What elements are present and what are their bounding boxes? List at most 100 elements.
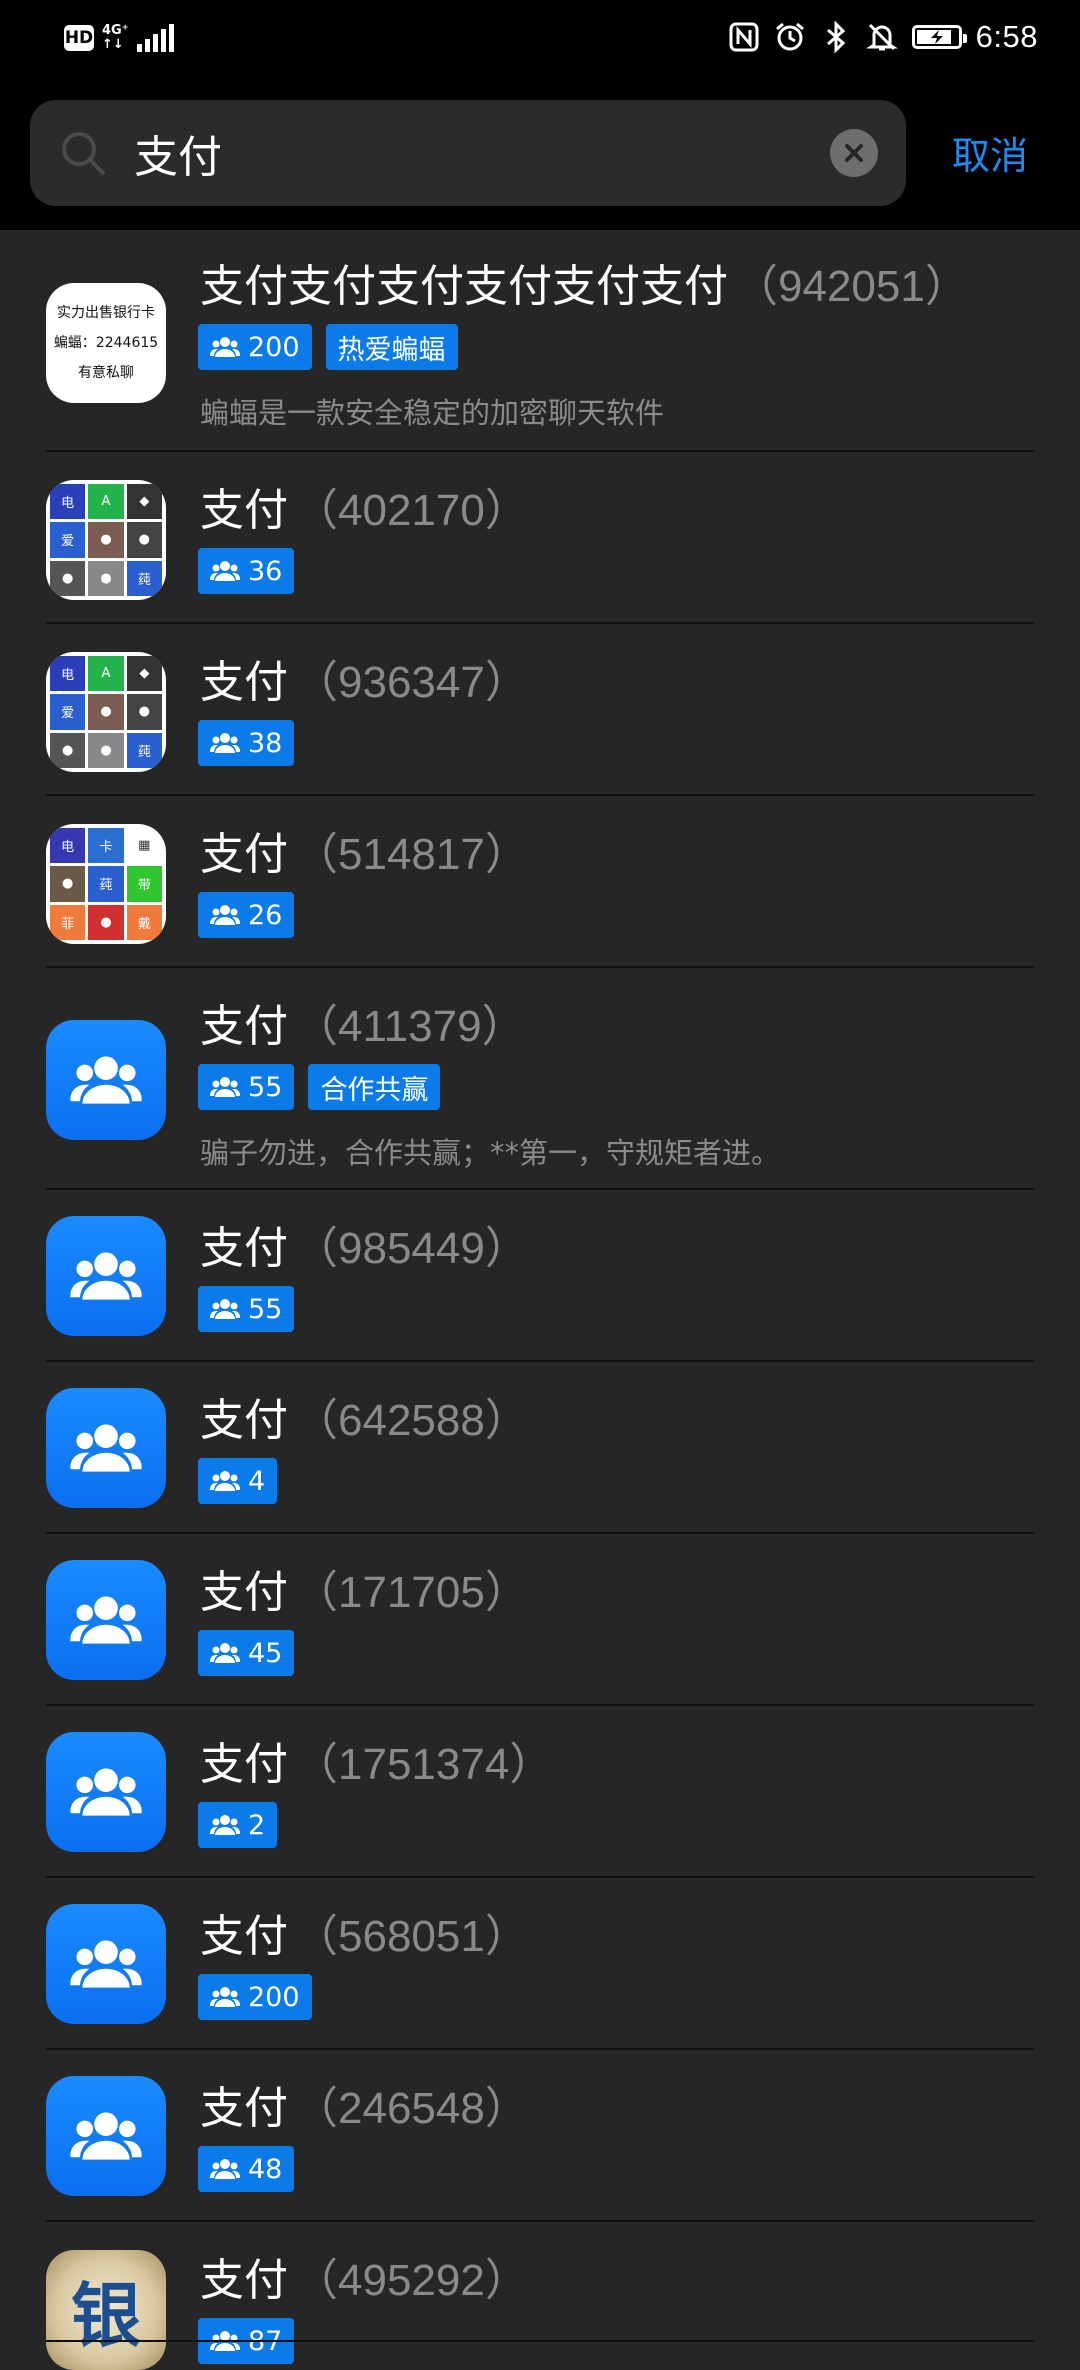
cancel-button[interactable]: 取消 bbox=[952, 125, 1028, 180]
member-count: 38 bbox=[248, 727, 283, 759]
group-chips: 200 bbox=[198, 1974, 312, 2020]
group-chips: 55 bbox=[198, 1286, 295, 1332]
list-item[interactable]: 支付 （171705） 45 bbox=[0, 1534, 1080, 1706]
group-chips: 87 bbox=[198, 2318, 295, 2364]
network-label: 4G⁺ bbox=[102, 23, 129, 38]
group-avatar: 实力出售银行卡 蝙蝠：2244615 有意私聊 bbox=[46, 283, 166, 403]
status-bar: HD 4G⁺ ↑↓ 6:58 bbox=[0, 0, 1080, 75]
group-name: 支付 bbox=[200, 1001, 288, 1052]
members-icon bbox=[210, 2331, 240, 2351]
group-icon bbox=[70, 1768, 142, 1816]
group-title: 支付 （411379） bbox=[200, 990, 526, 1054]
list-item[interactable]: 支付 （985449） 55 bbox=[0, 1190, 1080, 1362]
group-title: 支付 （568051） bbox=[200, 1900, 529, 1964]
group-title: 支付 （514817） bbox=[200, 818, 529, 882]
group-avatar bbox=[46, 2076, 166, 2196]
members-icon bbox=[210, 1815, 240, 1835]
member-count: 2 bbox=[248, 1809, 266, 1841]
member-count-badge: 36 bbox=[198, 548, 295, 594]
list-item[interactable]: 实力出售银行卡 蝙蝠：2244615 有意私聊 支付支付支付支付支付支付 （94… bbox=[0, 230, 1080, 452]
group-chips: 55 合作共赢 bbox=[198, 1064, 441, 1110]
group-id: （246548） bbox=[294, 2084, 529, 2133]
group-name: 支付 bbox=[200, 2255, 288, 2306]
member-count: 4 bbox=[248, 1465, 266, 1497]
list-item[interactable]: 电卡 ▦ ● 莼带 菲 ● 戴 支付 （514817） 26 bbox=[0, 796, 1080, 968]
group-name: 支付 bbox=[200, 485, 288, 536]
group-id: （642588） bbox=[294, 1396, 529, 1445]
group-id: （402170） bbox=[294, 486, 529, 535]
group-title: 支付 （985449） bbox=[200, 1212, 529, 1276]
list-item[interactable]: 电 A ◆ 爱 ● ● ● ● 莼 支付 （936347） 38 bbox=[0, 624, 1080, 796]
members-icon bbox=[210, 733, 240, 753]
search-header: 取消 bbox=[0, 75, 1080, 230]
group-name: 支付 bbox=[200, 829, 288, 880]
list-item[interactable]: 银 支付 （495292） 87 bbox=[0, 2222, 1080, 2370]
hd-badge: HD bbox=[64, 25, 94, 51]
list-item[interactable]: 支付 （246548） 48 bbox=[0, 2050, 1080, 2222]
group-chips: 26 bbox=[198, 892, 295, 938]
group-id: （936347） bbox=[294, 658, 529, 707]
group-avatar: 电 A ◆ 爱 ● ● ● ● 莼 bbox=[46, 652, 166, 772]
list-item[interactable]: 支付 （642588） 4 bbox=[0, 1362, 1080, 1534]
bluetooth-icon bbox=[820, 21, 852, 53]
group-name: 支付 bbox=[200, 1567, 288, 1618]
avatar-text: 实力出售银行卡 bbox=[57, 305, 155, 321]
group-title: 支付支付支付支付支付支付 （942051） bbox=[200, 250, 969, 314]
signal-icon bbox=[136, 24, 174, 52]
group-icon bbox=[70, 1596, 142, 1644]
list-item[interactable]: 支付 （568051） 200 bbox=[0, 1878, 1080, 2050]
group-avatar bbox=[46, 1388, 166, 1508]
close-icon bbox=[845, 144, 863, 162]
group-avatar bbox=[46, 1216, 166, 1336]
group-id: （514817） bbox=[294, 830, 529, 879]
members-icon bbox=[210, 1077, 240, 1097]
group-name: 支付 bbox=[200, 2083, 288, 2134]
group-icon bbox=[70, 1424, 142, 1472]
members-icon bbox=[210, 561, 240, 581]
search-box[interactable] bbox=[30, 100, 906, 206]
search-input[interactable] bbox=[134, 116, 814, 190]
member-count: 87 bbox=[248, 2325, 283, 2357]
list-item[interactable]: 支付 （1751374） 2 bbox=[0, 1706, 1080, 1878]
member-count: 45 bbox=[248, 1637, 283, 1669]
group-icon bbox=[70, 1056, 142, 1104]
group-avatar bbox=[46, 1732, 166, 1852]
group-description: 蝙蝠是一款安全稳定的加密聊天软件 bbox=[200, 396, 665, 430]
member-count: 200 bbox=[248, 331, 300, 363]
group-title: 支付 （171705） bbox=[200, 1556, 529, 1620]
group-name: 支付 bbox=[200, 1223, 288, 1274]
members-icon bbox=[210, 1299, 240, 1319]
mute-icon bbox=[865, 21, 898, 53]
members-icon bbox=[210, 1987, 240, 2007]
group-name: 支付 bbox=[200, 1911, 288, 1962]
group-title: 支付 （1751374） bbox=[200, 1728, 553, 1792]
group-chips: 38 bbox=[198, 720, 295, 766]
group-avatar: 电卡 ▦ ● 莼带 菲 ● 戴 bbox=[46, 824, 166, 944]
group-title: 支付 （246548） bbox=[200, 2072, 529, 2136]
list-item[interactable]: 支付 （411379） 55 合作共赢 骗子勿进，合作共赢；**第一，守规矩者进… bbox=[0, 968, 1080, 1190]
battery-charging-icon bbox=[911, 25, 967, 49]
group-id: （495292） bbox=[294, 2256, 529, 2305]
group-icon bbox=[70, 1252, 142, 1300]
list-item[interactable]: 电 A ◆ 爱 ● ● ● ● 莼 支付 （402170） 36 bbox=[0, 452, 1080, 624]
group-title: 支付 （642588） bbox=[200, 1384, 529, 1448]
network-activity: ↑↓ bbox=[102, 37, 124, 52]
clock: 6:58 bbox=[975, 19, 1038, 54]
member-count-badge: 45 bbox=[198, 1630, 295, 1676]
clear-search-button[interactable] bbox=[830, 129, 878, 177]
group-tag: 热爱蝙蝠 bbox=[325, 324, 458, 370]
group-avatar bbox=[46, 1560, 166, 1680]
group-chips: 2 bbox=[198, 1802, 278, 1848]
group-id: （942051） bbox=[734, 262, 969, 311]
member-count: 55 bbox=[248, 1071, 283, 1103]
group-chips: 36 bbox=[198, 548, 295, 594]
member-count-badge: 55 bbox=[198, 1286, 295, 1332]
group-chips: 200 热爱蝙蝠 bbox=[198, 324, 458, 370]
group-id: （985449） bbox=[294, 1224, 529, 1273]
avatar-text: 蝙蝠：2244615 bbox=[53, 335, 159, 351]
avatar-text: 有意私聊 bbox=[78, 365, 134, 381]
member-count: 36 bbox=[248, 555, 283, 587]
group-icon bbox=[70, 2112, 142, 2160]
group-avatar bbox=[46, 1020, 166, 1140]
group-title: 支付 （936347） bbox=[200, 646, 529, 710]
